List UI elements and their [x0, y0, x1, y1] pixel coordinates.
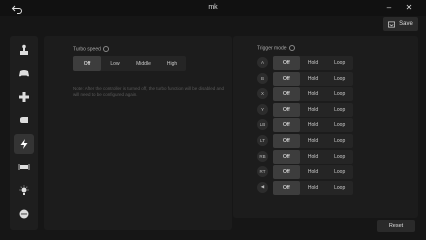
sidebar-item-controller[interactable] [14, 63, 34, 83]
trigger-icon [20, 117, 28, 123]
trigger-option-loop[interactable]: Loop [326, 103, 353, 117]
sidebar-item-turbo[interactable] [14, 134, 34, 154]
trigger-option-off[interactable]: Off [273, 87, 300, 102]
trigger-mode-selector: Off Hold Loop [273, 118, 353, 133]
trigger-option-loop[interactable]: Loop [326, 134, 353, 148]
trigger-option-hold[interactable]: Hold [300, 56, 327, 70]
button-key-badge: LT [257, 135, 268, 146]
sidebar-item-vibration[interactable] [14, 157, 34, 177]
trigger-mode-selector: Off Hold Loop [273, 102, 353, 117]
trigger-mode-selector: Off Hold Loop [273, 71, 353, 86]
button-key-badge: B [257, 72, 268, 84]
info-icon[interactable] [102, 46, 109, 52]
vibration-icon [18, 164, 30, 170]
save-label: Save [399, 21, 413, 27]
close-icon[interactable]: ✕ [404, 3, 414, 13]
turbo-speed-high[interactable]: High [158, 56, 186, 71]
button-key-badge: RB [257, 150, 268, 162]
trigger-option-hold[interactable]: Hold [300, 181, 327, 195]
trigger-mode-selector: Off Hold Loop [273, 180, 353, 195]
light-icon [19, 185, 29, 195]
trigger-option-off[interactable]: Off [273, 71, 300, 86]
sidebar-item-dpad[interactable] [14, 87, 34, 107]
sidebar-item-more[interactable] [14, 204, 34, 224]
turbo-speed-label: Turbo speed [73, 46, 109, 52]
button-key-badge: Y [257, 103, 268, 115]
trigger-option-hold[interactable]: Hold [300, 103, 327, 117]
controller-icon [19, 70, 29, 77]
trigger-option-off[interactable]: Off [273, 118, 300, 133]
sidebar-item-joystick[interactable] [14, 40, 34, 60]
sidebar-item-trigger[interactable] [14, 110, 34, 130]
trigger-option-off[interactable]: Off [273, 180, 300, 195]
trigger-option-loop[interactable]: Loop [326, 56, 353, 70]
title-bar: mk – ✕ [0, 0, 426, 16]
trigger-mode-selector: Off Hold Loop [273, 134, 353, 148]
trigger-option-off[interactable]: Off [273, 102, 300, 117]
trigger-option-hold[interactable]: Hold [300, 118, 327, 132]
trigger-option-hold[interactable]: Hold [300, 87, 327, 101]
trigger-mode-selector: Off Hold Loop [273, 56, 353, 70]
sidebar [10, 36, 38, 230]
trigger-option-off[interactable]: Off [273, 165, 300, 180]
turbo-speed-off[interactable]: Off [73, 56, 101, 71]
trigger-option-off[interactable]: Off [273, 56, 300, 70]
button-key-badge: ◀ [257, 181, 268, 193]
trigger-option-loop[interactable]: Loop [326, 165, 353, 179]
trigger-option-loop[interactable]: Loop [326, 87, 353, 101]
trigger-option-off[interactable]: Off [273, 134, 300, 148]
turbo-note: Note: After the controller is turned off… [73, 86, 225, 97]
reset-button[interactable]: Reset [377, 220, 415, 232]
trigger-option-hold[interactable]: Hold [300, 72, 327, 86]
more-icon [19, 209, 29, 219]
save-icon [388, 21, 396, 27]
trigger-option-loop[interactable]: Loop [326, 181, 353, 195]
trigger-mode-selector: Off Hold Loop [273, 165, 353, 180]
trigger-option-hold[interactable]: Hold [300, 134, 327, 148]
turbo-speed-middle[interactable]: Middle [129, 56, 158, 71]
trigger-option-off[interactable]: Off [273, 149, 300, 164]
trigger-option-loop[interactable]: Loop [326, 150, 353, 164]
trigger-option-hold[interactable]: Hold [300, 150, 327, 164]
turbo-speed-low[interactable]: Low [101, 56, 129, 71]
trigger-option-hold[interactable]: Hold [300, 165, 327, 179]
trigger-mode-label: Trigger mode [257, 45, 295, 51]
trigger-option-loop[interactable]: Loop [326, 72, 353, 86]
trigger-mode-selector: Off Hold Loop [273, 149, 353, 164]
sidebar-item-light[interactable] [14, 181, 34, 201]
trigger-option-loop[interactable]: Loop [326, 118, 353, 132]
minimize-icon[interactable]: – [384, 3, 394, 13]
button-key-badge: A [257, 57, 268, 68]
dpad-icon [19, 92, 29, 102]
turbo-speed-selector: Off Low Middle High [73, 56, 186, 71]
info-icon[interactable] [288, 45, 295, 51]
app-window: mk – ✕ Save Turbo speed Off Low Middle H… [0, 0, 426, 240]
window-title: mk [208, 4, 218, 11]
joystick-icon [20, 44, 28, 55]
lightning-icon [20, 139, 28, 149]
save-button[interactable]: Save [383, 17, 418, 31]
trigger-mode-selector: Off Hold Loop [273, 87, 353, 102]
